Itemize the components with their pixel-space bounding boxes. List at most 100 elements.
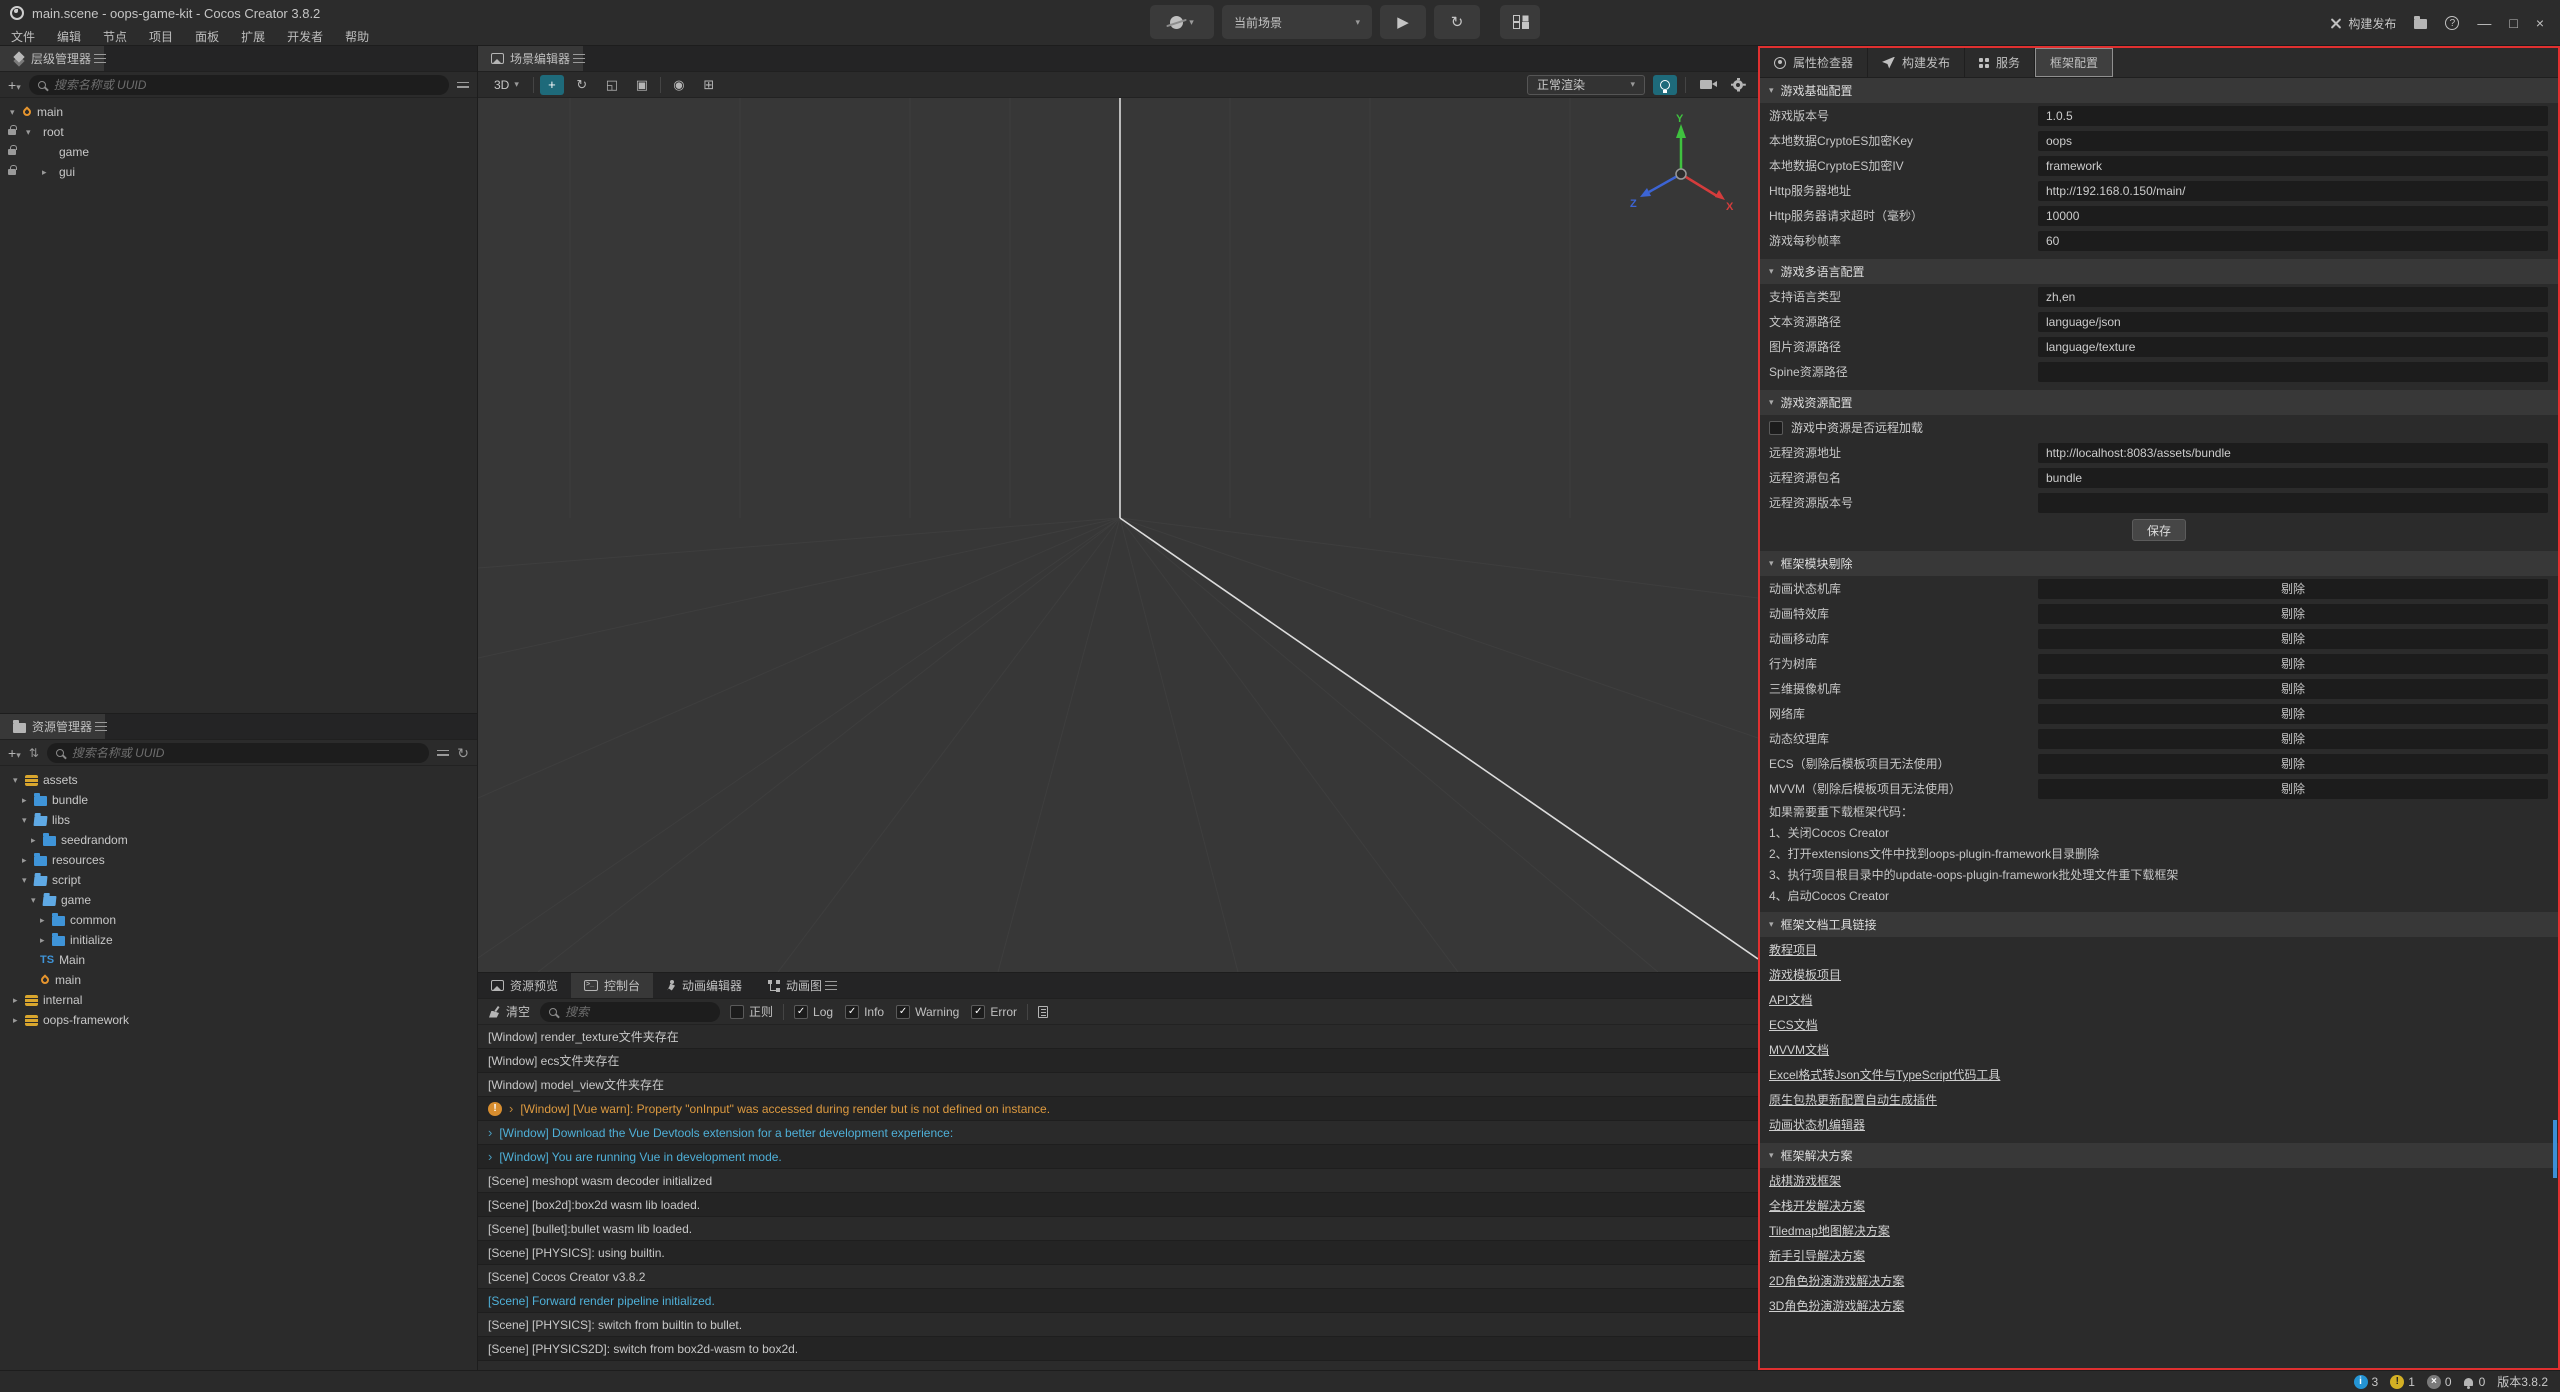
- scene-select-dropdown[interactable]: 当前场景 ▾: [1222, 5, 1372, 39]
- mode-3d-toggle[interactable]: 3D ▾: [486, 75, 527, 95]
- field-input[interactable]: [2038, 337, 2548, 357]
- close-button[interactable]: ×: [2536, 15, 2544, 31]
- doc-link[interactable]: 游戏模板项目: [1769, 966, 1841, 983]
- doc-link[interactable]: 原生包热更新配置自动生成插件: [1769, 1091, 1937, 1108]
- tree-node[interactable]: ▸resources: [0, 850, 477, 870]
- platform-select-button[interactable]: ▾: [1150, 5, 1214, 39]
- panel-menu-icon[interactable]: [573, 54, 585, 63]
- panel-menu-icon[interactable]: [94, 54, 106, 63]
- section-header[interactable]: ▾框架模块剔除: [1760, 551, 2558, 576]
- field-input[interactable]: [2038, 493, 2548, 513]
- log-row[interactable]: [Window] render_texture文件夹存在: [478, 1025, 1758, 1049]
- tree-node[interactable]: ▾libs: [0, 810, 477, 830]
- info-count[interactable]: i 3: [2354, 1375, 2379, 1389]
- doc-link[interactable]: 2D角色扮演游戏解决方案: [1769, 1272, 1904, 1289]
- menu-item[interactable]: 开发者: [276, 28, 334, 45]
- rect-tool-button[interactable]: ▣: [630, 75, 654, 95]
- warning-count[interactable]: ! 1: [2390, 1375, 2415, 1389]
- tab-console[interactable]: 资源预览: [478, 973, 571, 998]
- restart-button[interactable]: ↻: [1434, 5, 1480, 39]
- chevron-right-icon[interactable]: ▸: [40, 935, 52, 946]
- doc-link[interactable]: 战棋游戏框架: [1769, 1172, 1841, 1189]
- tab-assets[interactable]: 资源管理器: [0, 714, 105, 739]
- tab-console-active[interactable]: >_控制台: [571, 973, 653, 998]
- chevron-right-icon[interactable]: ▸: [22, 855, 34, 866]
- assets-search[interactable]: [47, 743, 429, 763]
- tree-node[interactable]: ▾game: [0, 890, 477, 910]
- log-row[interactable]: ›[Window] You are running Vue in develop…: [478, 1145, 1758, 1169]
- lighting-toggle-button[interactable]: [1653, 75, 1677, 95]
- chevron-down-icon[interactable]: ▾: [22, 815, 34, 826]
- scene-settings-button[interactable]: [1726, 75, 1750, 95]
- log-row[interactable]: [Window] model_view文件夹存在: [478, 1073, 1758, 1097]
- tree-node[interactable]: ▸initialize: [0, 930, 477, 950]
- save-button[interactable]: 保存: [2132, 519, 2186, 541]
- chevron-right-icon[interactable]: ▸: [22, 795, 34, 806]
- tree-node[interactable]: ▾script: [0, 870, 477, 890]
- section-header[interactable]: ▾游戏基础配置: [1760, 78, 2558, 103]
- field-input[interactable]: [2038, 156, 2548, 176]
- field-input[interactable]: [2038, 206, 2548, 226]
- menu-item[interactable]: 扩展: [230, 28, 276, 45]
- doc-link[interactable]: MVVM文档: [1769, 1041, 1829, 1058]
- tree-node[interactable]: ▸oops-framework: [0, 1010, 477, 1030]
- checkbox-icon[interactable]: [1769, 421, 1783, 435]
- move-tool-button[interactable]: +: [540, 75, 564, 95]
- tree-node[interactable]: TSMain: [0, 950, 477, 970]
- doc-link[interactable]: 新手引导解决方案: [1769, 1247, 1865, 1264]
- axis-gizmo[interactable]: Y X Z: [1627, 112, 1737, 222]
- tree-node[interactable]: ▾root: [0, 122, 477, 142]
- menu-item[interactable]: 面板: [184, 28, 230, 45]
- section-header[interactable]: ▾游戏多语言配置: [1760, 259, 2558, 284]
- create-node-button[interactable]: +▾: [8, 78, 21, 92]
- tab-hierarchy[interactable]: 层级管理器: [0, 46, 104, 71]
- filter-icon[interactable]: [457, 80, 469, 90]
- doc-link[interactable]: 全栈开发解决方案: [1769, 1197, 1865, 1214]
- tree-node[interactable]: game: [0, 142, 477, 162]
- tab-inspector[interactable]: 构建发布: [1868, 48, 1965, 77]
- log-row[interactable]: [Scene] [box2d]:box2d wasm lib loaded.: [478, 1193, 1758, 1217]
- tree-node[interactable]: ▾assets: [0, 770, 477, 790]
- log-row[interactable]: [Scene] Cocos Creator v3.8.2: [478, 1265, 1758, 1289]
- help-icon[interactable]: ?: [2445, 16, 2459, 30]
- preview-qr-button[interactable]: [1500, 5, 1540, 39]
- filter-info-checkbox[interactable]: ✓Info: [845, 1005, 884, 1019]
- filter-icon[interactable]: [437, 748, 449, 758]
- section-header[interactable]: ▾游戏资源配置: [1760, 390, 2558, 415]
- rotate-tool-button[interactable]: ↻: [570, 75, 594, 95]
- field-input[interactable]: [2038, 106, 2548, 126]
- remove-module-button[interactable]: 剔除: [2038, 679, 2548, 699]
- create-asset-button[interactable]: +▾: [8, 746, 21, 760]
- tree-node[interactable]: ▸gui: [0, 162, 477, 182]
- maximize-button[interactable]: □: [2509, 15, 2517, 31]
- field-input[interactable]: [2038, 362, 2548, 382]
- tab-framework-config[interactable]: 框架配置: [2035, 48, 2113, 77]
- console-search[interactable]: [540, 1002, 720, 1022]
- scale-tool-button[interactable]: ◱: [600, 75, 624, 95]
- refresh-icon[interactable]: ↻: [457, 746, 469, 760]
- log-row[interactable]: [Scene] [PHYSICS]: using builtin.: [478, 1241, 1758, 1265]
- menu-item[interactable]: 节点: [92, 28, 138, 45]
- tree-node[interactable]: ▸bundle: [0, 790, 477, 810]
- filter-log-checkbox[interactable]: ✓Log: [794, 1005, 833, 1019]
- chevron-down-icon[interactable]: ▾: [22, 875, 34, 886]
- expand-icon[interactable]: ›: [488, 1125, 492, 1140]
- remove-module-button[interactable]: 剔除: [2038, 779, 2548, 799]
- chevron-right-icon[interactable]: ▸: [13, 1015, 25, 1026]
- field-input[interactable]: [2038, 312, 2548, 332]
- field-input[interactable]: [2038, 468, 2548, 488]
- scrollbar-thumb[interactable]: [2553, 1120, 2557, 1178]
- collapse-log-icon[interactable]: [1038, 1006, 1048, 1018]
- coordinate-toggle-button[interactable]: ⊞: [697, 75, 721, 95]
- hierarchy-search-input[interactable]: [52, 77, 440, 93]
- doc-link[interactable]: 教程项目: [1769, 941, 1817, 958]
- field-input[interactable]: [2038, 231, 2548, 251]
- doc-link[interactable]: 3D角色扮演游戏解决方案: [1769, 1297, 1904, 1314]
- tab-console[interactable]: 动画编辑器: [653, 973, 755, 998]
- remove-module-button[interactable]: 剔除: [2038, 579, 2548, 599]
- field-input[interactable]: [2038, 181, 2548, 201]
- tab-scene-editor[interactable]: 场景编辑器: [478, 46, 583, 71]
- build-publish-button[interactable]: 构建发布: [2329, 15, 2396, 32]
- tree-node[interactable]: ▸internal: [0, 990, 477, 1010]
- tab-inspector[interactable]: 属性检查器: [1760, 48, 1868, 77]
